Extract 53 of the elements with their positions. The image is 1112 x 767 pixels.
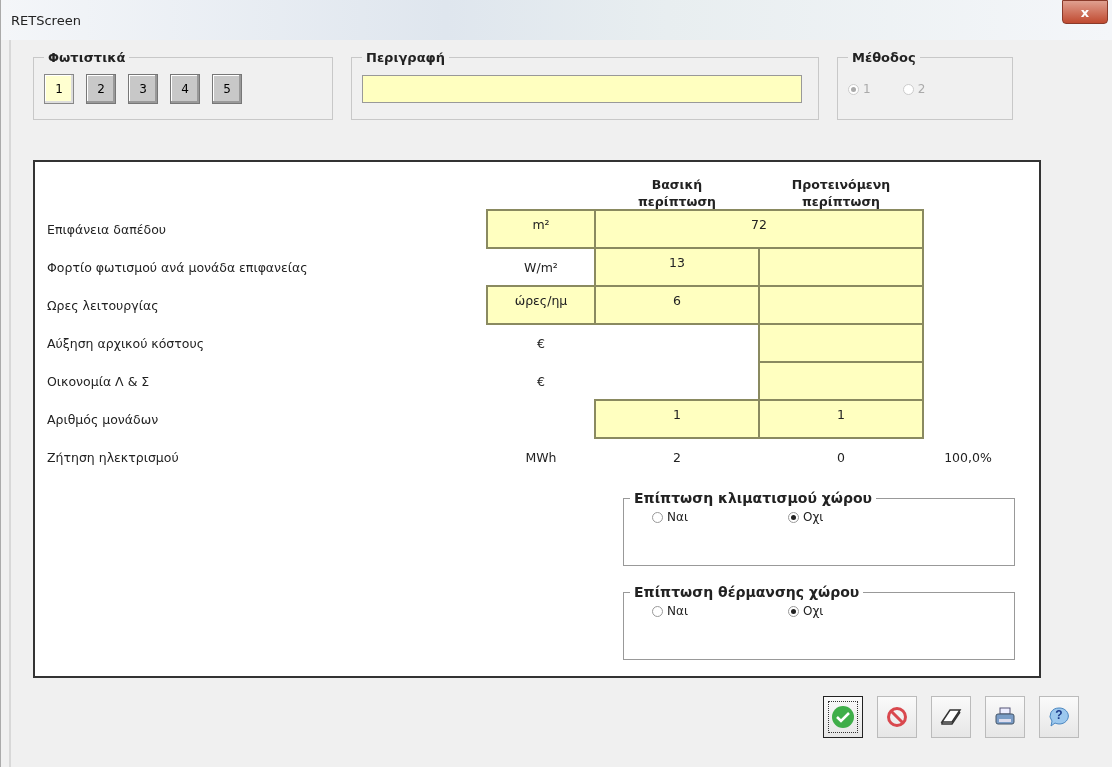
input-cell[interactable]: 1: [758, 399, 924, 439]
value-text: 2: [672, 448, 682, 467]
help-icon: ?: [1048, 706, 1070, 728]
erase-button[interactable]: [931, 696, 971, 738]
check-icon: [831, 705, 855, 729]
group-title: Περιγραφή: [365, 50, 446, 65]
fixture-tab[interactable]: 3: [128, 74, 158, 104]
row-label: Οικονομία Λ & Σ: [47, 372, 151, 391]
unit-cell: m²: [486, 209, 596, 249]
input-cell[interactable]: 13: [594, 247, 760, 287]
row-label: Φορτίο φωτισμού ανά μονάδα επιφανείας: [47, 258, 309, 277]
input-cell[interactable]: 1: [594, 399, 760, 439]
description-field[interactable]: [362, 75, 802, 103]
option-radio[interactable]: Οχι: [787, 604, 824, 618]
column-header: Προτεινόμενη περίπτωση: [790, 176, 892, 210]
input-cell[interactable]: [758, 323, 924, 363]
row-label: Αύξηση αρχικού κόστους: [47, 334, 206, 353]
percent-text: 100,0%: [943, 448, 993, 467]
input-cell[interactable]: [758, 285, 924, 325]
input-cell[interactable]: 6: [594, 285, 760, 325]
unit-cell: ώρες/ημ: [486, 285, 596, 325]
ok-button[interactable]: [823, 696, 863, 738]
prohibited-icon: [886, 706, 908, 728]
row-label: Επιφάνεια δαπέδου: [47, 220, 168, 239]
unit-text: €: [536, 372, 546, 391]
option-radio[interactable]: Ναι: [652, 510, 688, 524]
row-label: Ζήτηση ηλεκτρισμού: [47, 448, 180, 467]
option-radio[interactable]: Ναι: [652, 604, 688, 618]
fixture-tab[interactable]: 1: [44, 74, 74, 104]
window-title: RETScreen: [11, 12, 81, 28]
fixture-tab[interactable]: 5: [212, 74, 242, 104]
unit-text: €: [536, 334, 546, 353]
print-button[interactable]: [985, 696, 1025, 738]
input-cell[interactable]: [758, 247, 924, 287]
input-cell[interactable]: 72: [594, 209, 924, 249]
fixture-tab[interactable]: 4: [170, 74, 200, 104]
cancel-button[interactable]: [877, 696, 917, 738]
unit-text: MWh: [524, 448, 558, 467]
option-radio[interactable]: Οχι: [787, 510, 824, 524]
row-label: Αριθμός μονάδων: [47, 410, 160, 429]
input-cell[interactable]: [758, 361, 924, 401]
column-header: Βασική περίπτωση: [637, 176, 717, 210]
group-title: Επίπτωση κλιματισμού χώρου: [633, 490, 874, 506]
row-label: Ωρες λειτουργίας: [47, 296, 160, 315]
printer-icon: [994, 707, 1016, 727]
eraser-icon: [940, 708, 962, 726]
value-text: 0: [836, 448, 846, 467]
group-title: Φωτιστικά: [47, 50, 127, 65]
unit-text: W/m²: [523, 258, 559, 277]
fixture-tab[interactable]: 2: [86, 74, 116, 104]
group-title: Μέθοδος: [851, 50, 917, 65]
help-button[interactable]: ?: [1039, 696, 1079, 738]
group-title: Επίπτωση θέρμανσης χώρου: [633, 584, 861, 600]
